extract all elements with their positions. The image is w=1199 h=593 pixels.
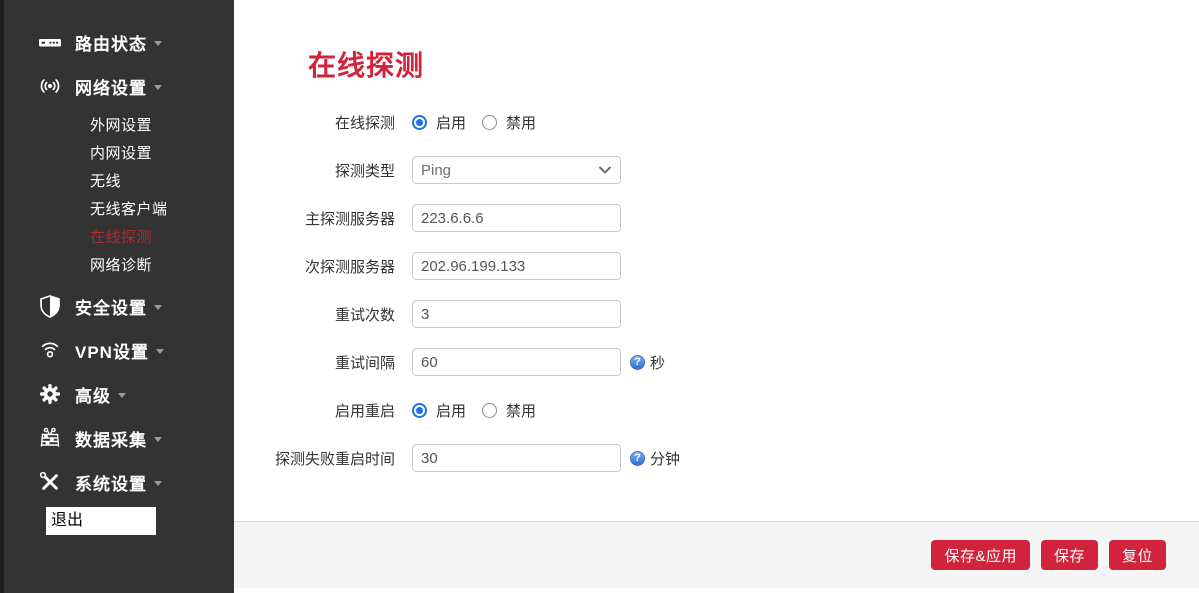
radio-option-enable[interactable]: 启用 [412, 112, 466, 133]
help-icon[interactable] [630, 451, 645, 466]
radio-label: 禁用 [506, 112, 536, 133]
sidebar-subitem-wan[interactable]: 外网设置 [4, 112, 234, 140]
sidebar-item-system-settings[interactable]: 系统设置 [4, 460, 234, 504]
main-column: 在线探测 在线探测 启用 禁用 探测类型 [234, 0, 1199, 593]
radio-option-disable[interactable]: 禁用 [482, 400, 536, 421]
chevron-down-icon [156, 349, 164, 354]
sidebar-item-router-status[interactable]: 路由状态 [4, 20, 234, 64]
sidebar-subitem-diagnostics[interactable]: 网络诊断 [4, 252, 234, 280]
data-collect-icon [38, 426, 62, 450]
network-settings-icon [38, 74, 62, 98]
sidebar-item-label: VPN设置 [75, 338, 149, 363]
radio-enabled-icon[interactable] [412, 403, 427, 418]
radio-label: 启用 [436, 112, 466, 133]
sidebar-item-security[interactable]: 安全设置 [4, 284, 234, 328]
action-bar: 保存&应用 保存 复位 [234, 521, 1199, 588]
vpn-icon [38, 338, 62, 362]
field-label: 探测类型 [234, 160, 395, 181]
unit-label: 分钟 [650, 448, 680, 469]
tools-icon [38, 470, 62, 494]
form-row-primary-server: 主探测服务器 [234, 204, 1199, 232]
secondary-server-input[interactable] [412, 252, 621, 280]
chevron-down-icon [598, 165, 612, 175]
gear-icon [38, 382, 62, 406]
sidebar-item-network-settings[interactable]: 网络设置 [4, 64, 234, 108]
chevron-down-icon [154, 437, 162, 442]
form-row-retry-count: 重试次数 [234, 300, 1199, 328]
radio-option-enable[interactable]: 启用 [412, 400, 466, 421]
chevron-down-icon [154, 481, 162, 486]
page-title: 在线探测 [308, 44, 1199, 84]
radio-enabled-icon[interactable] [412, 115, 427, 130]
sidebar-item-advanced[interactable]: 高级 [4, 372, 234, 416]
unit-label: 秒 [650, 352, 665, 373]
online-detect-radio-group: 启用 禁用 [412, 112, 552, 133]
sidebar-item-label: 路由状态 [75, 30, 147, 55]
form-row-secondary-server: 次探测服务器 [234, 252, 1199, 280]
save-button[interactable]: 保存 [1041, 540, 1098, 570]
radio-disabled-icon[interactable] [482, 403, 497, 418]
field-label: 探测失败重启时间 [234, 448, 395, 469]
form-row-reboot-time: 探测失败重启时间 分钟 [234, 444, 1199, 472]
sidebar-item-label: 网络设置 [75, 74, 147, 99]
radio-disabled-icon[interactable] [482, 115, 497, 130]
detect-type-select[interactable]: Ping [412, 156, 621, 184]
bottom-strip [234, 588, 1199, 593]
sidebar: 路由状态 网络设置 外网设置 内网设置 无线 无线客户端 在线探测 网络诊断 [0, 0, 234, 593]
form-row-online-detect: 在线探测 启用 禁用 [234, 108, 1199, 136]
radio-label: 启用 [436, 400, 466, 421]
reboot-time-input[interactable] [412, 444, 621, 472]
chevron-down-icon [154, 85, 162, 90]
save-apply-button[interactable]: 保存&应用 [931, 540, 1030, 570]
form-row-enable-reboot: 启用重启 启用 禁用 [234, 396, 1199, 424]
radio-label: 禁用 [506, 400, 536, 421]
sidebar-item-label: 安全设置 [75, 294, 147, 319]
field-label: 启用重启 [234, 400, 395, 421]
network-submenu: 外网设置 内网设置 无线 无线客户端 在线探测 网络诊断 [4, 108, 234, 284]
selected-option: Ping [421, 162, 451, 179]
retry-count-input[interactable] [412, 300, 621, 328]
form-row-detect-type: 探测类型 Ping [234, 156, 1199, 184]
reset-button[interactable]: 复位 [1109, 540, 1166, 570]
field-label: 次探测服务器 [234, 256, 395, 277]
sidebar-item-label: 系统设置 [75, 470, 147, 495]
sidebar-item-label: 数据采集 [75, 426, 147, 451]
sidebar-subitem-lan[interactable]: 内网设置 [4, 140, 234, 168]
primary-server-input[interactable] [412, 204, 621, 232]
field-label: 重试次数 [234, 304, 395, 325]
sidebar-item-vpn[interactable]: VPN设置 [4, 328, 234, 372]
router-status-icon [38, 30, 62, 54]
online-detect-form: 在线探测 启用 禁用 探测类型 Ping [234, 108, 1199, 472]
radio-option-disable[interactable]: 禁用 [482, 112, 536, 133]
logout-button[interactable]: 退出 [46, 507, 156, 535]
sidebar-item-data-collect[interactable]: 数据采集 [4, 416, 234, 460]
sidebar-subitem-wireless[interactable]: 无线 [4, 168, 234, 196]
content-area: 在线探测 在线探测 启用 禁用 探测类型 [234, 0, 1199, 521]
field-label: 主探测服务器 [234, 208, 395, 229]
field-label: 在线探测 [234, 112, 395, 133]
shield-icon [38, 294, 62, 318]
retry-interval-input[interactable] [412, 348, 621, 376]
enable-reboot-radio-group: 启用 禁用 [412, 400, 552, 421]
chevron-down-icon [154, 41, 162, 46]
sidebar-subitem-wireless-client[interactable]: 无线客户端 [4, 196, 234, 224]
chevron-down-icon [154, 305, 162, 310]
help-icon[interactable] [630, 355, 645, 370]
sidebar-subitem-online-detect[interactable]: 在线探测 [4, 224, 234, 252]
form-row-retry-interval: 重试间隔 秒 [234, 348, 1199, 376]
chevron-down-icon [118, 393, 126, 398]
sidebar-item-label: 高级 [75, 382, 111, 407]
field-label: 重试间隔 [234, 352, 395, 373]
